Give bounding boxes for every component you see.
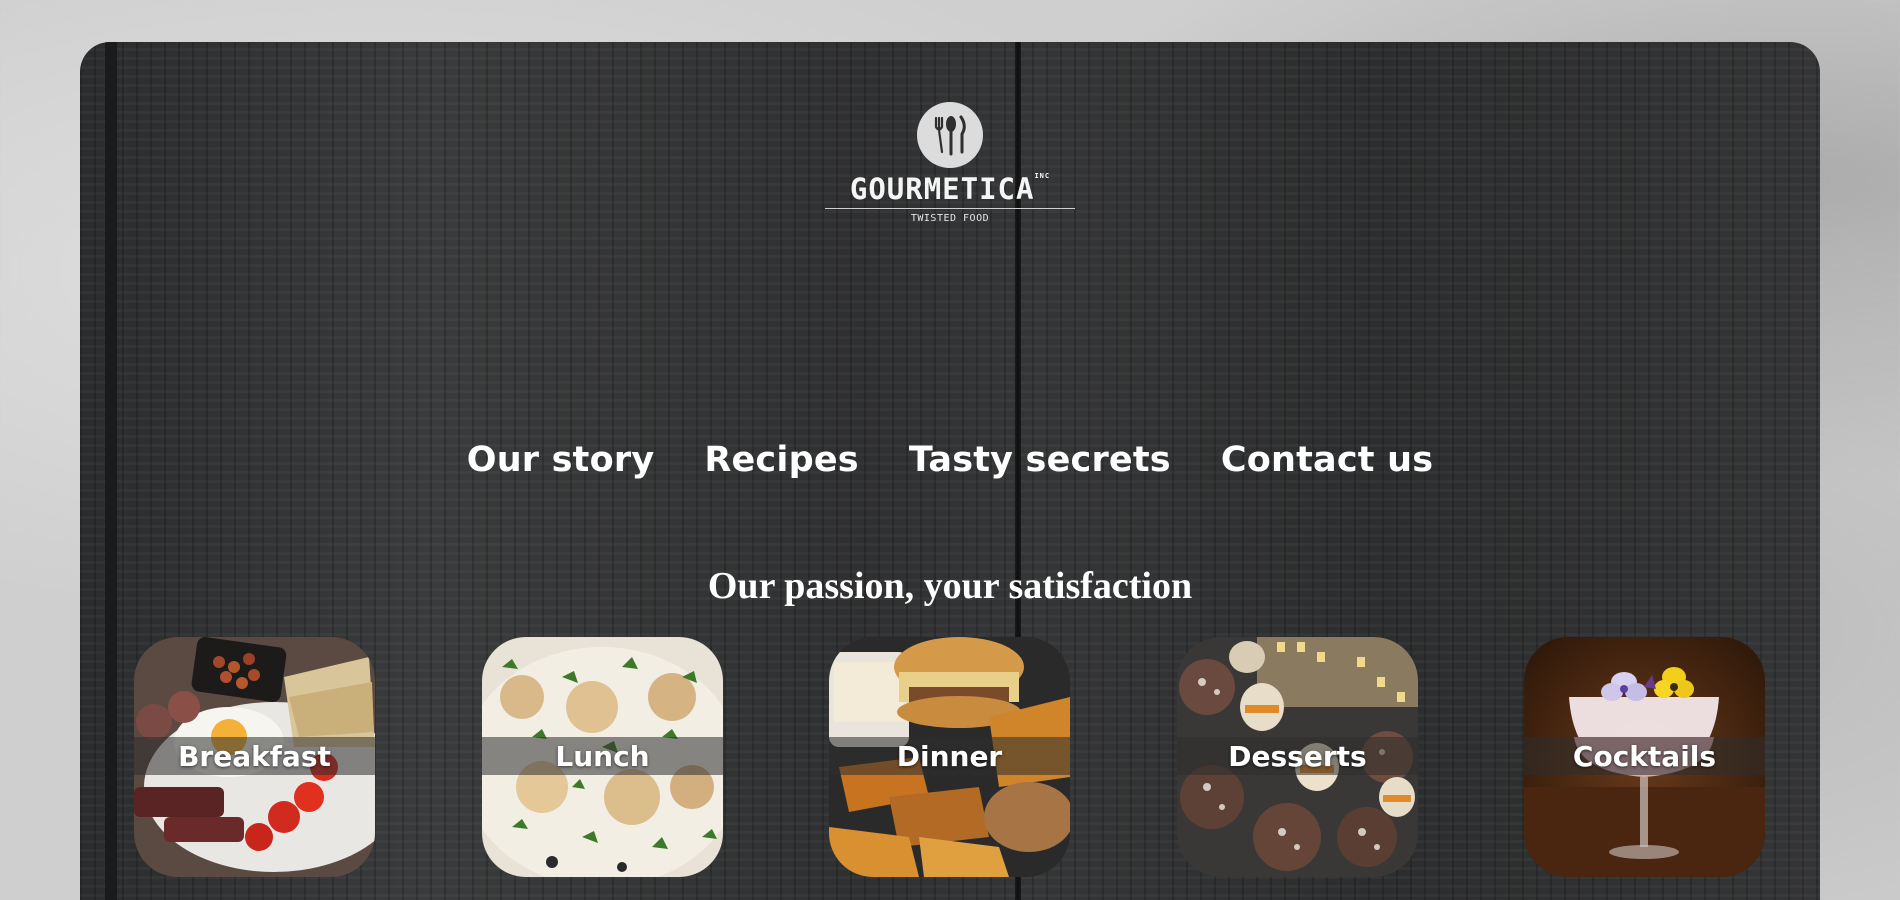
category-label-breakfast: Breakfast [178, 740, 331, 773]
category-card-breakfast[interactable]: Breakfast [134, 637, 375, 877]
fork-spoon-knife-icon [917, 102, 983, 168]
brand-name: GOURMETICAINC [825, 172, 1075, 209]
category-card-cocktails[interactable]: Cocktails [1524, 637, 1765, 877]
nav-tasty-secrets[interactable]: Tasty secrets [909, 440, 1171, 480]
category-card-desserts[interactable]: Desserts [1177, 637, 1418, 877]
category-label-desserts: Desserts [1228, 740, 1367, 773]
hero-tagline: Our passion, your satisfaction [707, 565, 1193, 607]
category-card-lunch[interactable]: Lunch [482, 637, 723, 877]
wood-panel: GOURMETICAINC TWISTED FOOD Our story Rec… [80, 42, 1820, 900]
category-label-lunch: Lunch [555, 740, 650, 773]
category-grid: Breakfast Lunch Dinner Desserts Cocktail… [134, 637, 1766, 877]
nav-our-story[interactable]: Our story [467, 440, 655, 480]
category-card-dinner[interactable]: Dinner [829, 637, 1070, 877]
category-label-cocktails: Cocktails [1572, 740, 1717, 773]
category-label-dinner: Dinner [896, 740, 1003, 773]
brand-logo[interactable]: GOURMETICAINC TWISTED FOOD [825, 102, 1075, 224]
brand-trademark: INC [1034, 172, 1051, 180]
nav-recipes[interactable]: Recipes [704, 440, 858, 480]
nav-contact-us[interactable]: Contact us [1221, 440, 1433, 480]
brand-tagline: TWISTED FOOD [910, 213, 990, 224]
main-nav: Our story Recipes Tasty secrets Contact … [80, 440, 1820, 480]
brand-name-text: GOURMETICA [849, 172, 1035, 206]
